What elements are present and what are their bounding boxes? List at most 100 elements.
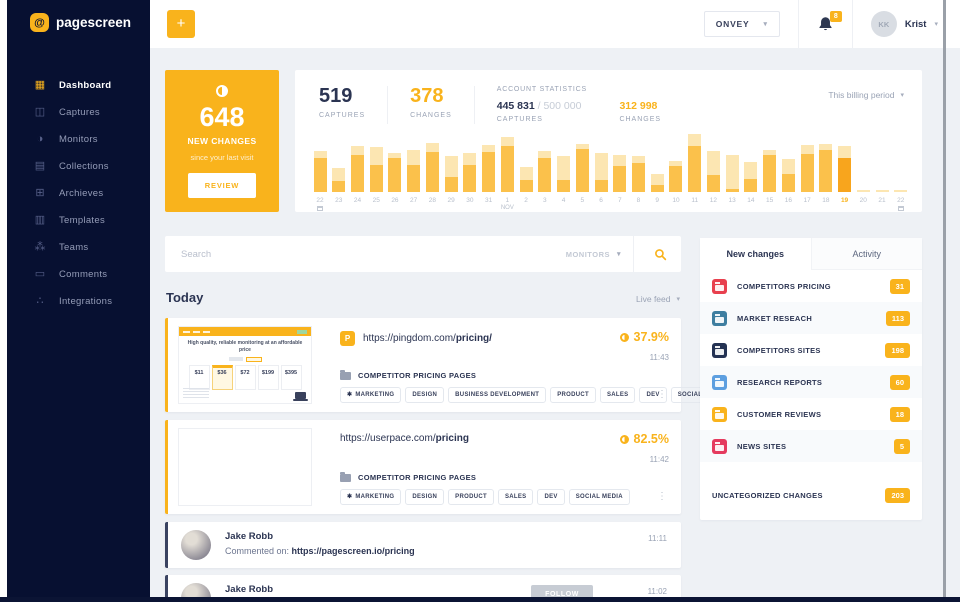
today-heading: Today bbox=[166, 290, 204, 305]
sidebar-item-label: Collections bbox=[59, 161, 109, 172]
change-icon bbox=[619, 332, 629, 342]
tag-pill[interactable]: PRODUCT bbox=[550, 387, 596, 403]
capture-thumbnail[interactable]: High quality, reliable monitoring at an … bbox=[178, 326, 312, 404]
bar-day-label: 7 bbox=[617, 197, 622, 204]
tag-pill[interactable]: DESIGN bbox=[405, 387, 445, 403]
integrations-icon: ∴ bbox=[36, 295, 44, 307]
user-menu[interactable]: KK Krist bbox=[870, 11, 938, 37]
search-button[interactable] bbox=[646, 244, 675, 265]
commenter-avatar bbox=[181, 530, 211, 560]
tag-pill[interactable]: SOCIAL MEDIA bbox=[568, 489, 630, 505]
live-feed-dropdown[interactable]: Live feed bbox=[636, 294, 680, 304]
add-button[interactable]: + bbox=[167, 10, 195, 38]
tag-pill[interactable]: BUSINESS DEVELOPMENT bbox=[448, 387, 547, 403]
bar-stack bbox=[425, 134, 439, 192]
bar-captures-segment bbox=[706, 175, 720, 192]
thumb-text-lines bbox=[183, 388, 209, 400]
tag-pill[interactable]: PRODUCT bbox=[448, 489, 494, 505]
search-input[interactable] bbox=[165, 248, 566, 260]
chart-bar: 24 bbox=[350, 134, 364, 211]
tag-pill[interactable]: DESIGN bbox=[405, 489, 445, 505]
bar-stack bbox=[519, 134, 533, 192]
tab-new-changes[interactable]: New changes bbox=[700, 238, 811, 270]
tag-pill[interactable]: ✱ MARKETING bbox=[340, 387, 402, 403]
uncategorized-row[interactable]: UNCATEGORIZED CHANGES 203 bbox=[700, 476, 922, 514]
bar-captures-segment bbox=[800, 154, 814, 192]
bar-stack bbox=[613, 134, 627, 192]
bar-changes-segment bbox=[538, 151, 552, 158]
tag-pill[interactable]: DEV bbox=[537, 489, 565, 505]
bar-changes-segment bbox=[744, 162, 758, 179]
category-row[interactable]: MARKET RESEACH 113 bbox=[700, 302, 922, 334]
tag-pill[interactable]: ✱ MARKETING bbox=[340, 489, 402, 505]
thumb-price-card: $36 bbox=[211, 365, 233, 390]
bar-day-label: 19 bbox=[840, 197, 849, 204]
scrollbar[interactable] bbox=[943, 0, 946, 602]
category-row[interactable]: RESEARCH REPORTS 60 bbox=[700, 366, 922, 398]
capture-url[interactable]: https://userpace.com/pricing bbox=[340, 433, 469, 444]
search-scope-dropdown[interactable]: MONITORS bbox=[566, 250, 621, 259]
sidebar-item-monitors[interactable]: ◑ Monitors bbox=[7, 126, 150, 153]
category-row[interactable]: NEWS SITES 5 bbox=[700, 430, 922, 462]
chart-bar: 22 bbox=[313, 134, 327, 211]
capture-url[interactable]: P https://pingdom.com/pricing/ bbox=[340, 331, 492, 346]
chart-bar: 4 bbox=[557, 134, 571, 211]
category-row[interactable]: COMPETITORS SITES 198 bbox=[700, 334, 922, 366]
logo[interactable]: @ pagescreen bbox=[7, 0, 150, 32]
comment-item: Jake Robb Commented on: https://pagescre… bbox=[165, 522, 681, 568]
chart-bar: 31 bbox=[482, 134, 496, 211]
bar-changes-segment bbox=[519, 167, 533, 180]
category-label: COMPETITORS PRICING bbox=[737, 281, 831, 291]
workspace-dropdown[interactable]: ONVEY bbox=[703, 11, 780, 37]
chart-bar: 5 bbox=[575, 134, 589, 211]
sidebar-item-captures[interactable]: ◫ Captures bbox=[7, 99, 150, 126]
collection-row[interactable]: COMPETITOR PRICING PAGES bbox=[340, 472, 476, 482]
sidebar-item-comments[interactable]: ▭ Comments bbox=[7, 261, 150, 288]
billing-period-dropdown[interactable]: This billing period bbox=[828, 90, 904, 100]
bar-day-label: 3 bbox=[543, 197, 547, 204]
templates-icon: ▥ bbox=[34, 214, 46, 226]
sidebar-item-archieves[interactable]: ⊞ Archieves bbox=[7, 180, 150, 207]
tag-label: PRODUCT bbox=[455, 494, 487, 500]
sidebar: @ pagescreen ▦ Dashboard ◫ Captures ◑ Mo… bbox=[7, 0, 150, 602]
chart-bar: 13 bbox=[725, 134, 739, 211]
bar-captures-segment bbox=[594, 180, 608, 192]
sidebar-item-integrations[interactable]: ∴ Integrations bbox=[7, 288, 150, 315]
collections-icon: ▤ bbox=[34, 160, 46, 172]
category-label: MARKET RESEACH bbox=[737, 313, 813, 323]
category-row[interactable]: COMPETITORS PRICING 31 bbox=[700, 270, 922, 302]
sidebar-item-collections[interactable]: ▤ Collections bbox=[7, 153, 150, 180]
sidebar-item-templates[interactable]: ▥ Templates bbox=[7, 207, 150, 234]
item-menu-button[interactable]: ⋮ bbox=[657, 390, 667, 400]
count-badge: 113 bbox=[885, 310, 910, 326]
count-badge: 198 bbox=[885, 342, 910, 358]
tag-pill[interactable]: SALES bbox=[599, 387, 636, 403]
notifications-button[interactable]: 8 bbox=[817, 11, 842, 33]
item-menu-button[interactable]: ⋮ bbox=[657, 492, 667, 502]
capture-thumbnail[interactable] bbox=[178, 428, 312, 506]
new-changes-card: 648 NEW CHANGES since your last visit RE… bbox=[165, 70, 279, 212]
sidebar-item-teams[interactable]: ⁂ Teams bbox=[7, 234, 150, 261]
count-badge: 60 bbox=[889, 374, 910, 390]
collection-row[interactable]: COMPETITOR PRICING PAGES bbox=[340, 370, 476, 380]
search-bar: MONITORS bbox=[165, 236, 681, 272]
tag-label: MARKETING bbox=[355, 494, 395, 500]
bar-day-label: 14 bbox=[747, 197, 755, 204]
stats-card: 519 CAPTURES 378 CHANGES ACCOUNT STATIST… bbox=[295, 70, 922, 212]
account-statistics: ACCOUNT STATISTICS 445 831 / 500 000 CAP… bbox=[497, 86, 661, 123]
tag-pill[interactable]: SALES bbox=[497, 489, 534, 505]
panel-tabs: New changes Activity bbox=[700, 238, 922, 270]
bar-day-label: 6 bbox=[599, 197, 603, 204]
category-row[interactable]: CUSTOMER REVIEWS 18 bbox=[700, 398, 922, 430]
comment-link[interactable]: https://pagescreen.io/pricing bbox=[292, 546, 415, 556]
bar-captures-segment bbox=[519, 180, 533, 192]
changes-value: 378 bbox=[410, 85, 444, 107]
captures-icon: ◫ bbox=[34, 106, 46, 118]
tab-activity[interactable]: Activity bbox=[810, 238, 922, 270]
comment-items: Jake Robb Commented on: https://pagescre… bbox=[165, 522, 681, 602]
thumb-price-card: $11 bbox=[188, 365, 210, 390]
thumb-headline: High quality, reliable monitoring at an … bbox=[187, 340, 303, 353]
sidebar-item-dashboard[interactable]: ▦ Dashboard bbox=[7, 72, 150, 99]
review-button[interactable]: REVIEW bbox=[187, 173, 257, 198]
gear-icon: ✱ bbox=[347, 392, 353, 398]
